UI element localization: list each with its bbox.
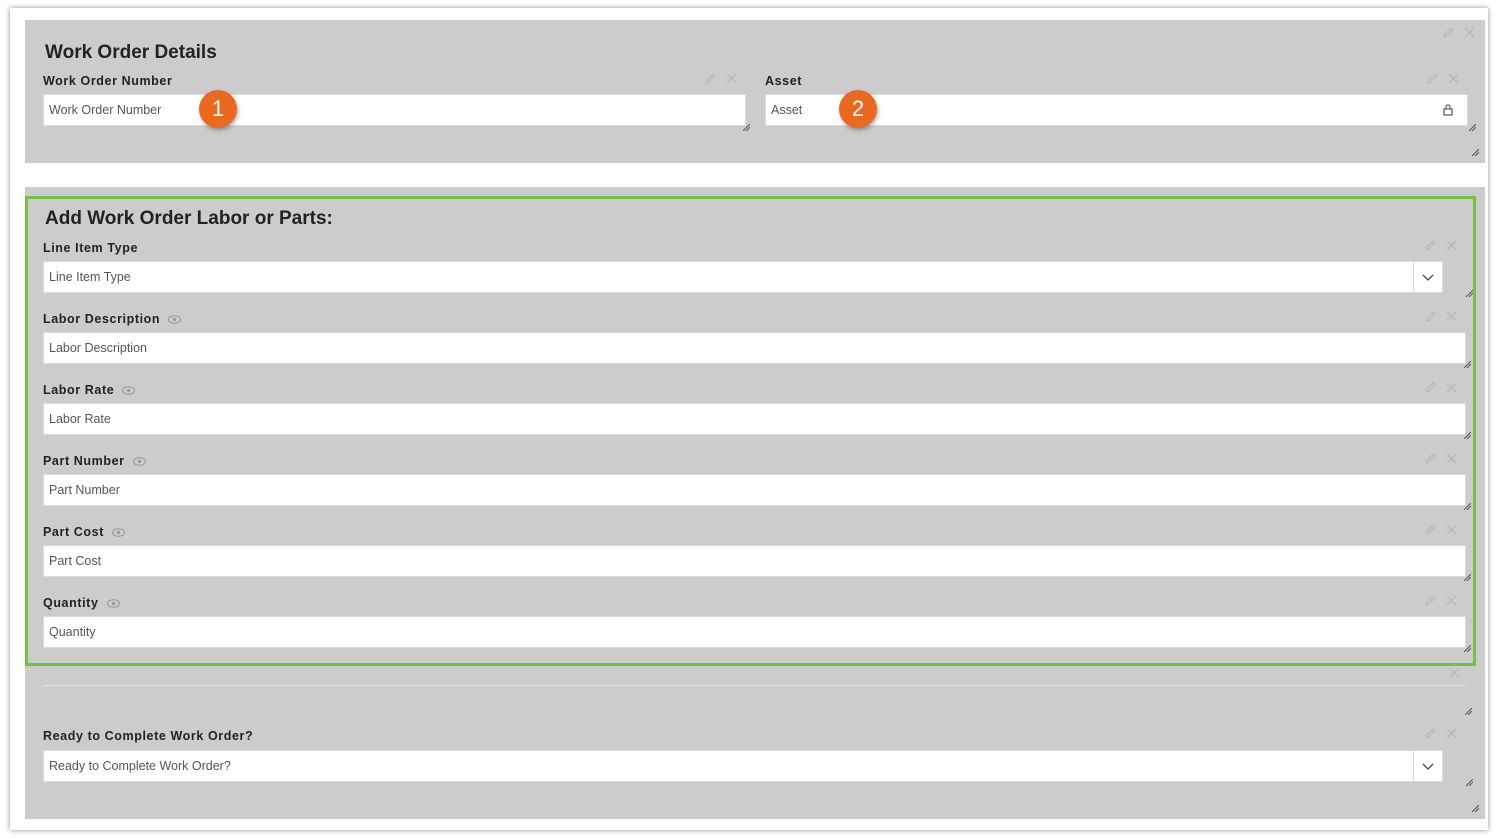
close-icon[interactable] [726, 73, 737, 84]
part-number-input[interactable]: Part Number [43, 474, 1466, 506]
part-number-label: Part Number [43, 454, 146, 468]
field-tools [1425, 524, 1457, 535]
work-order-number-input[interactable]: Work Order Number [43, 94, 746, 126]
eye-icon [168, 314, 182, 324]
close-icon[interactable] [1446, 382, 1457, 393]
pencil-icon[interactable] [1425, 382, 1436, 393]
pencil-icon[interactable] [1425, 240, 1436, 251]
resize-handle-icon[interactable] [1464, 432, 1471, 439]
field-tools [1425, 595, 1457, 606]
close-icon[interactable] [1448, 73, 1459, 84]
close-icon[interactable] [1446, 728, 1457, 739]
resize-handle-icon[interactable] [1466, 779, 1473, 786]
section-title: Add Work Order Labor or Parts: [45, 208, 333, 229]
part-cost-label: Part Cost [43, 525, 125, 539]
close-icon[interactable] [1446, 240, 1457, 251]
resize-handle-icon[interactable] [1469, 124, 1476, 131]
quantity-label: Quantity [43, 596, 120, 610]
resize-handle-icon[interactable] [1465, 708, 1472, 715]
field-tools [705, 73, 737, 84]
ready-to-complete-label: Ready to Complete Work Order? [43, 729, 254, 743]
field-tools [1425, 240, 1457, 251]
close-icon[interactable] [1449, 667, 1460, 678]
pencil-icon[interactable] [1425, 311, 1436, 322]
labor-rate-label: Labor Rate [43, 383, 136, 397]
section-divider [43, 685, 1466, 686]
pencil-icon[interactable] [705, 73, 716, 84]
field-tools [1425, 453, 1457, 464]
dropdown-toggle[interactable] [1413, 751, 1442, 781]
eye-icon [122, 385, 136, 395]
resize-handle-icon[interactable] [1464, 574, 1471, 581]
resize-handle-icon[interactable] [1466, 290, 1473, 297]
pencil-icon[interactable] [1443, 27, 1454, 38]
field-tools [1425, 382, 1457, 393]
line-item-type-label: Line Item Type [43, 241, 138, 255]
labor-description-input[interactable]: Labor Description [43, 332, 1466, 364]
pencil-icon[interactable] [1425, 524, 1436, 535]
resize-handle-icon[interactable] [1464, 361, 1471, 368]
resize-handle-icon[interactable] [743, 124, 750, 131]
part-cost-input[interactable]: Part Cost [43, 545, 1466, 577]
resize-handle-icon[interactable] [1472, 149, 1479, 156]
lock-icon [1443, 104, 1453, 116]
pencil-icon[interactable] [1425, 595, 1436, 606]
dropdown-toggle[interactable] [1413, 262, 1442, 292]
resize-handle-icon[interactable] [1464, 503, 1471, 510]
line-item-type-select[interactable]: Line Item Type [43, 261, 1443, 293]
chevron-down-icon [1422, 274, 1434, 281]
pencil-icon[interactable] [1425, 728, 1436, 739]
close-icon[interactable] [1446, 453, 1457, 464]
resize-handle-icon[interactable] [1464, 645, 1471, 652]
quantity-input[interactable]: Quantity [43, 616, 1466, 648]
section-tools [1443, 27, 1475, 38]
work-order-number-label: Work Order Number [43, 74, 173, 88]
callout-badge-2: 2 [839, 90, 877, 128]
close-icon[interactable] [1446, 524, 1457, 535]
close-icon[interactable] [1446, 595, 1457, 606]
work-order-details-section [25, 20, 1485, 163]
asset-label: Asset [765, 74, 803, 88]
chevron-down-icon [1422, 763, 1434, 770]
labor-rate-input[interactable]: Labor Rate [43, 403, 1466, 435]
pencil-icon[interactable] [1425, 453, 1436, 464]
labor-description-label: Labor Description [43, 312, 182, 326]
eye-icon [111, 527, 125, 537]
close-icon[interactable] [1464, 27, 1475, 38]
field-tools [1427, 73, 1459, 84]
resize-handle-icon[interactable] [1472, 805, 1479, 812]
section-title: Work Order Details [45, 42, 217, 63]
field-tools [1425, 728, 1457, 739]
close-icon[interactable] [1446, 311, 1457, 322]
callout-badge-1: 1 [199, 90, 237, 128]
eye-icon [106, 598, 120, 608]
field-tools [1425, 311, 1457, 322]
pencil-icon[interactable] [1427, 73, 1438, 84]
eye-icon [132, 456, 146, 466]
ready-to-complete-select[interactable]: Ready to Complete Work Order? [43, 750, 1443, 782]
